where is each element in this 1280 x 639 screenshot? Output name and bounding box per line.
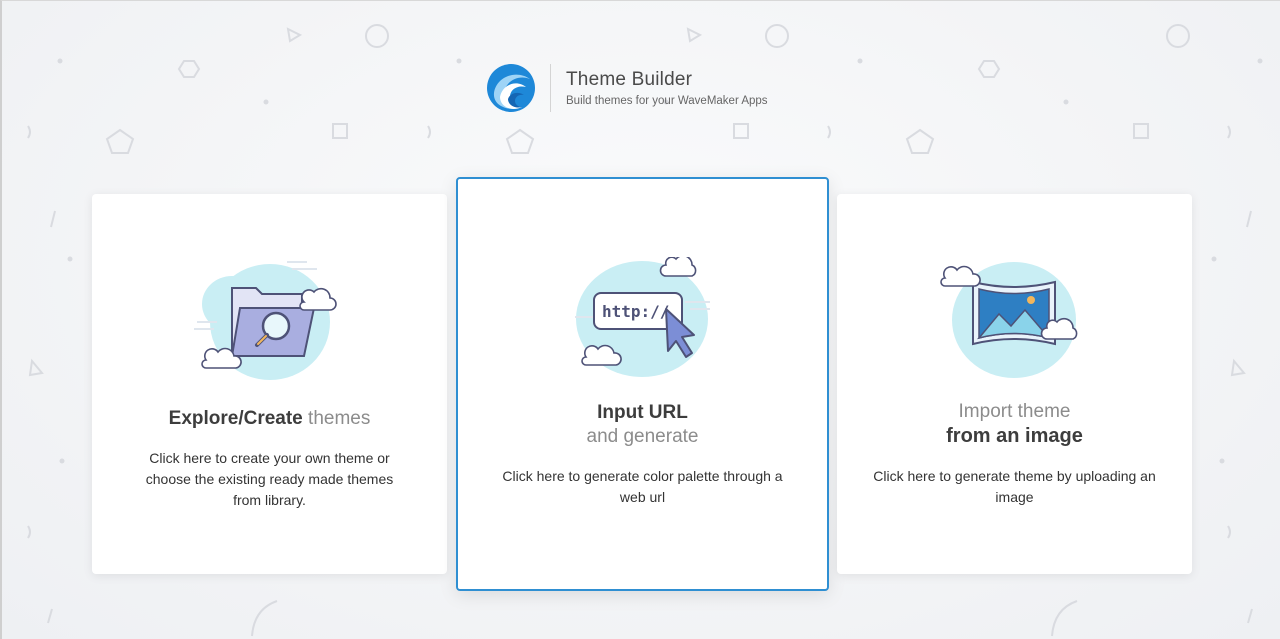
wavemaker-logo-icon (487, 64, 535, 112)
input-url-card[interactable]: http:// Input URL and generate Click her… (456, 177, 829, 591)
card-heading: Explore/Create themes (168, 408, 371, 429)
card-description: Click here to generate theme by uploadin… (873, 468, 1156, 505)
image-landscape-icon (940, 262, 1078, 378)
card-description: Click here to generate color palette thr… (502, 468, 783, 505)
app-header: Theme Builder Build themes for your Wave… (486, 62, 768, 114)
header-text: Theme Builder Build themes for your Wave… (566, 69, 768, 107)
folder-search-icon (194, 261, 337, 380)
explore-create-card[interactable]: Explore/Create themes Click here to crea… (92, 194, 447, 574)
import-image-card[interactable]: Import theme from an image Click here to… (837, 194, 1192, 574)
card-heading: Input URL and generate (586, 402, 699, 447)
header-divider (550, 64, 551, 112)
app-subtitle: Build themes for your WaveMaker Apps (566, 95, 768, 107)
app-title: Theme Builder (566, 69, 693, 90)
card-description: Click here to create your own theme or c… (145, 450, 394, 508)
http-label: http:// (602, 302, 669, 321)
card-heading: Import theme from an image (946, 401, 1083, 447)
url-cursor-icon: http:// (575, 257, 710, 377)
